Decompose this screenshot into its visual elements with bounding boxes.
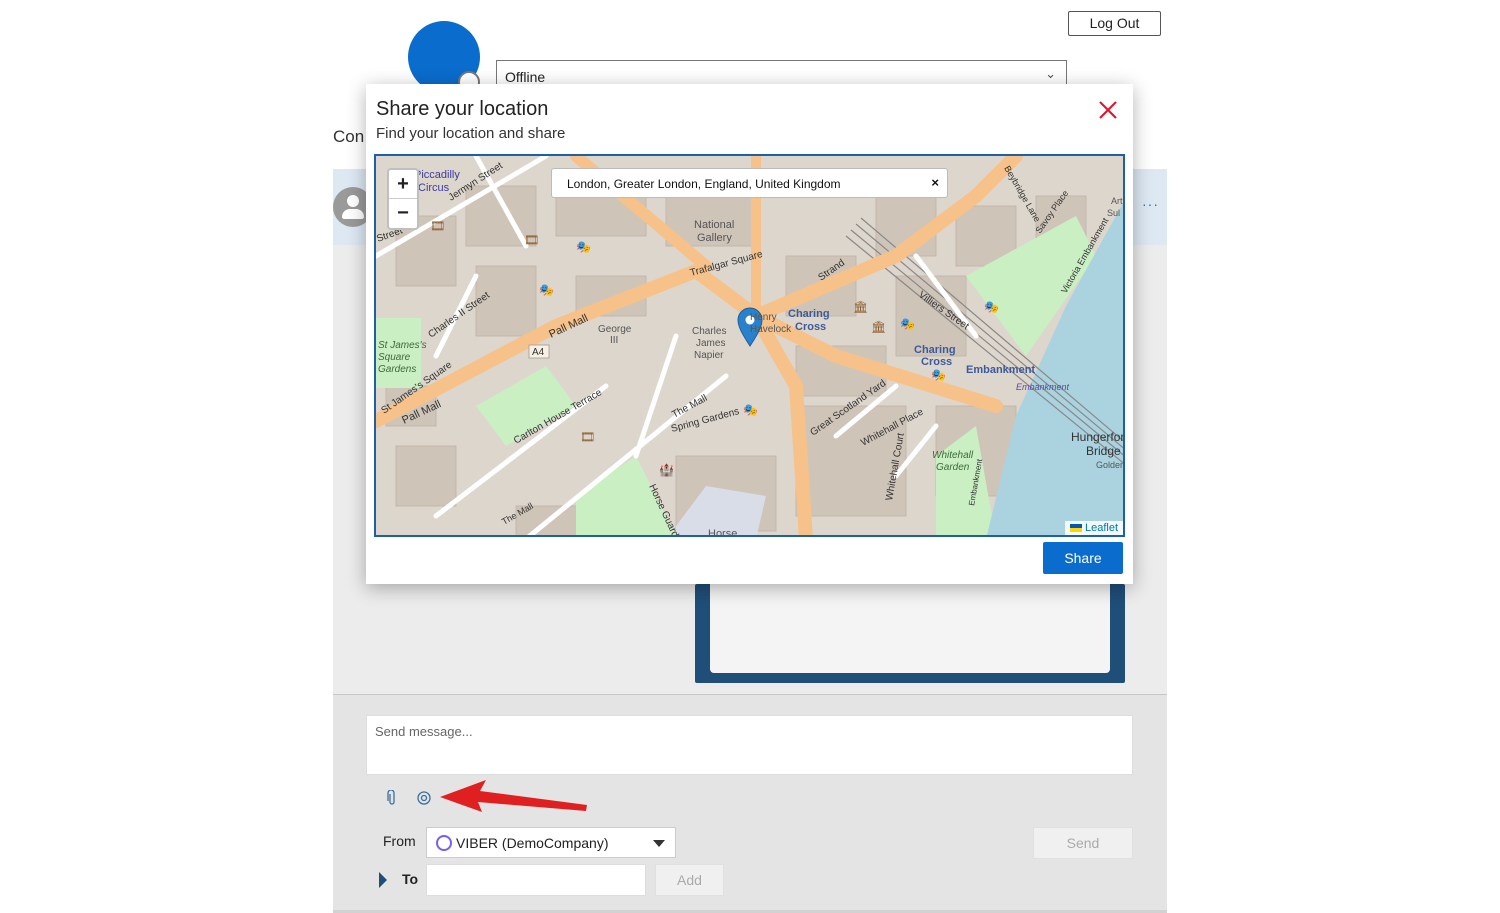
zoom-in-button[interactable]: + [389,170,417,199]
svg-text:Square: Square [378,352,411,363]
share-button[interactable]: Share [1043,542,1123,574]
attribution-link[interactable]: Leaflet [1085,522,1118,534]
map-search-input[interactable]: London, Greater London, England, United … [551,168,948,198]
map-tiles: A4 Piccadilly Circus Jermyn Street Stree… [376,156,1125,537]
svg-text:A4: A4 [532,347,545,358]
svg-text:Hungerford: Hungerford [1071,430,1125,444]
ukraine-flag-icon [1069,524,1082,532]
conversations-heading: Con [333,127,365,146]
svg-text:Embankment: Embankment [966,364,1035,376]
logout-button[interactable]: Log Out [1068,11,1161,36]
svg-text:Charing: Charing [914,344,956,356]
paperclip-icon[interactable] [386,789,398,809]
svg-text:Art: Art [1111,196,1123,206]
svg-text:St James's: St James's [378,340,427,351]
to-label: To [402,871,419,887]
svg-text:Cross: Cross [795,321,826,333]
svg-text:Gardens: Gardens [378,364,416,375]
svg-text:🏛: 🏛 [853,300,868,314]
svg-text:Bridge: Bridge [1086,444,1121,458]
modal-title: Share your location [376,98,549,120]
ellipsis-icon[interactable]: ··· [1142,196,1159,212]
zoom-control: + − [387,168,419,230]
svg-text:Cross: Cross [921,356,952,368]
from-select[interactable]: VIBER (DemoCompany) [426,827,676,858]
svg-text:Charing: Charing [788,308,830,320]
message-input[interactable]: Send message... [366,715,1133,775]
svg-text:Napier: Napier [694,350,724,361]
svg-text:Henry: Henry [750,312,777,323]
share-location-modal: Share your location Find your location a… [366,84,1133,584]
svg-text:Havelock: Havelock [750,324,792,335]
svg-text:🎭: 🎭 [539,283,554,297]
svg-text:🎭: 🎭 [984,300,999,314]
svg-text:🏛: 🏛 [871,320,886,334]
svg-text:Whitehall: Whitehall [932,450,974,461]
svg-text:Embankment: Embankment [1016,382,1070,392]
svg-text:🎭: 🎭 [743,403,758,417]
close-icon[interactable] [1097,99,1119,121]
svg-text:🎭: 🎭 [576,240,591,254]
location-target-icon[interactable] [416,790,432,809]
map[interactable]: A4 Piccadilly Circus Jermyn Street Stree… [374,154,1125,537]
viber-icon [436,835,452,851]
svg-text:🎞: 🎞 [524,233,539,247]
svg-text:George: George [598,324,632,335]
map-attribution[interactable]: Leaflet [1064,521,1123,535]
chevron-down-icon: ⌄ [1045,66,1056,81]
svg-text:Charles: Charles [692,326,726,337]
svg-text:III: III [610,335,618,346]
modal-subtitle: Find your location and share [376,125,566,142]
svg-text:Gallery: Gallery [697,232,732,244]
status-value: Offline [505,69,546,85]
send-button[interactable]: Send [1033,827,1133,859]
add-button[interactable]: Add [655,864,724,896]
from-label: From [383,833,416,849]
svg-text:🎞: 🎞 [430,219,445,233]
caret-down-icon [653,840,665,847]
svg-text:🎞: 🎞 [580,430,595,444]
zoom-out-button[interactable]: − [389,199,417,228]
svg-text:Garden: Garden [936,462,970,473]
svg-text:James: James [696,338,725,349]
message-bubble [710,584,1110,673]
svg-text:Golden: Golden [1096,460,1125,470]
expand-caret-icon[interactable] [379,872,387,888]
svg-text:Circus: Circus [418,182,450,194]
svg-text:National: National [694,219,734,231]
to-input[interactable] [426,864,646,896]
svg-text:Piccadilly: Piccadilly [414,169,460,181]
svg-text:🎭: 🎭 [900,317,915,331]
message-placeholder: Send message... [375,724,473,739]
svg-text:Sul: Sul [1107,208,1120,218]
clear-search-icon[interactable]: × [931,175,939,190]
map-search-value: London, Greater London, England, United … [567,177,841,191]
annotation-arrow-icon [440,780,587,812]
svg-text:🎭: 🎭 [931,368,946,382]
svg-text:Horse: Horse [708,528,737,537]
from-value: VIBER (DemoCompany) [456,835,609,851]
svg-text:🏰: 🏰 [659,463,674,477]
